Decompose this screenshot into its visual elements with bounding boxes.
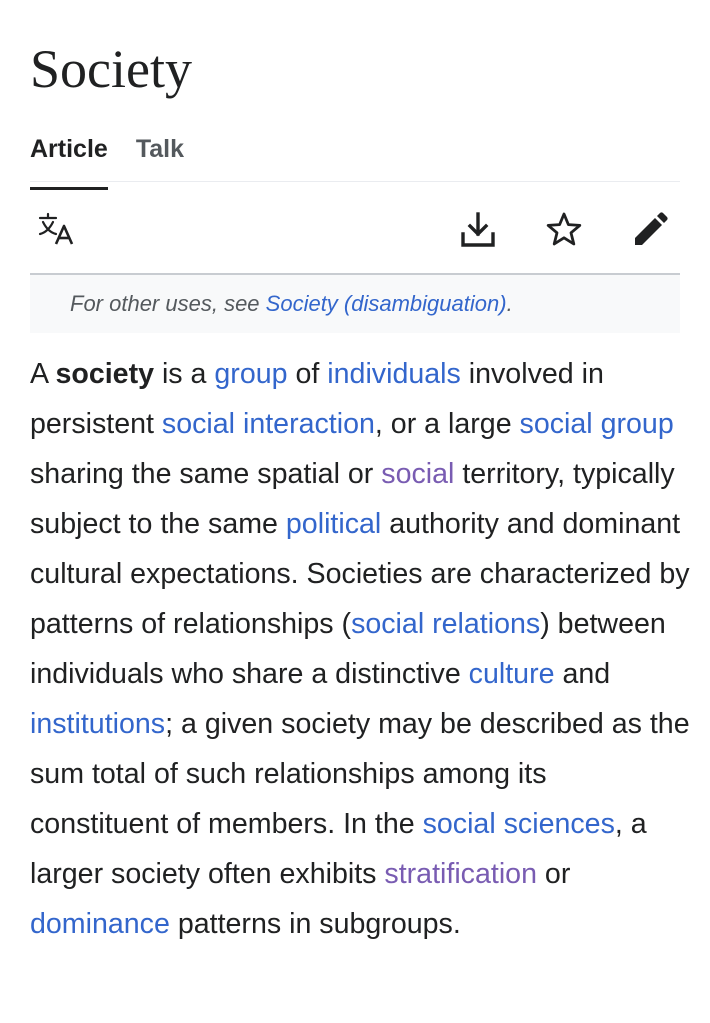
text-span: is a (154, 358, 215, 390)
link-social-group[interactable]: social group (520, 408, 674, 440)
download-icon[interactable] (458, 210, 498, 250)
edit-icon[interactable] (630, 210, 670, 250)
text-span: patterns in subgroups. (169, 908, 461, 940)
star-icon[interactable] (544, 210, 584, 250)
tab-talk[interactable]: Talk (136, 126, 184, 182)
tab-article[interactable]: Article (30, 126, 108, 190)
text-span: of (287, 358, 328, 390)
text-span: , or a large (374, 408, 520, 440)
page-title: Society (30, 39, 192, 99)
link-social[interactable]: social (381, 458, 454, 490)
bold-term-society: society (55, 358, 154, 390)
link-social-sciences[interactable]: social sciences (423, 808, 615, 840)
disambiguation-link[interactable]: Society (disambiguation) (266, 291, 507, 316)
text-span: or (536, 858, 571, 890)
link-social-relations[interactable]: social relations (351, 608, 540, 640)
hatnote-suffix: . (506, 291, 513, 316)
text-span: sharing the same spatial or (30, 458, 382, 490)
link-group[interactable]: group (214, 358, 287, 390)
text-span: and (554, 658, 611, 690)
lead-paragraph: A society is a group of individuals invo… (30, 349, 690, 949)
link-institutions[interactable]: institutions (30, 708, 165, 740)
tabs-divider (30, 181, 680, 182)
link-social-interaction[interactable]: social interaction (162, 408, 375, 440)
link-individuals[interactable]: individuals (327, 358, 461, 390)
link-political[interactable]: political (286, 508, 381, 540)
hatnote: For other uses, see Society (disambiguat… (30, 275, 680, 333)
namespace-tabs: Article Talk (30, 126, 212, 190)
link-culture[interactable]: culture (469, 658, 555, 690)
text-span: A (30, 358, 56, 390)
language-icon[interactable] (36, 210, 76, 250)
hatnote-prefix: For other uses, see (70, 291, 266, 316)
link-dominance[interactable]: dominance (30, 908, 170, 940)
link-stratification[interactable]: stratification (384, 858, 537, 890)
page-actions-toolbar (30, 198, 680, 262)
article-page: Society Article Talk For other uses, see… (0, 0, 710, 1023)
